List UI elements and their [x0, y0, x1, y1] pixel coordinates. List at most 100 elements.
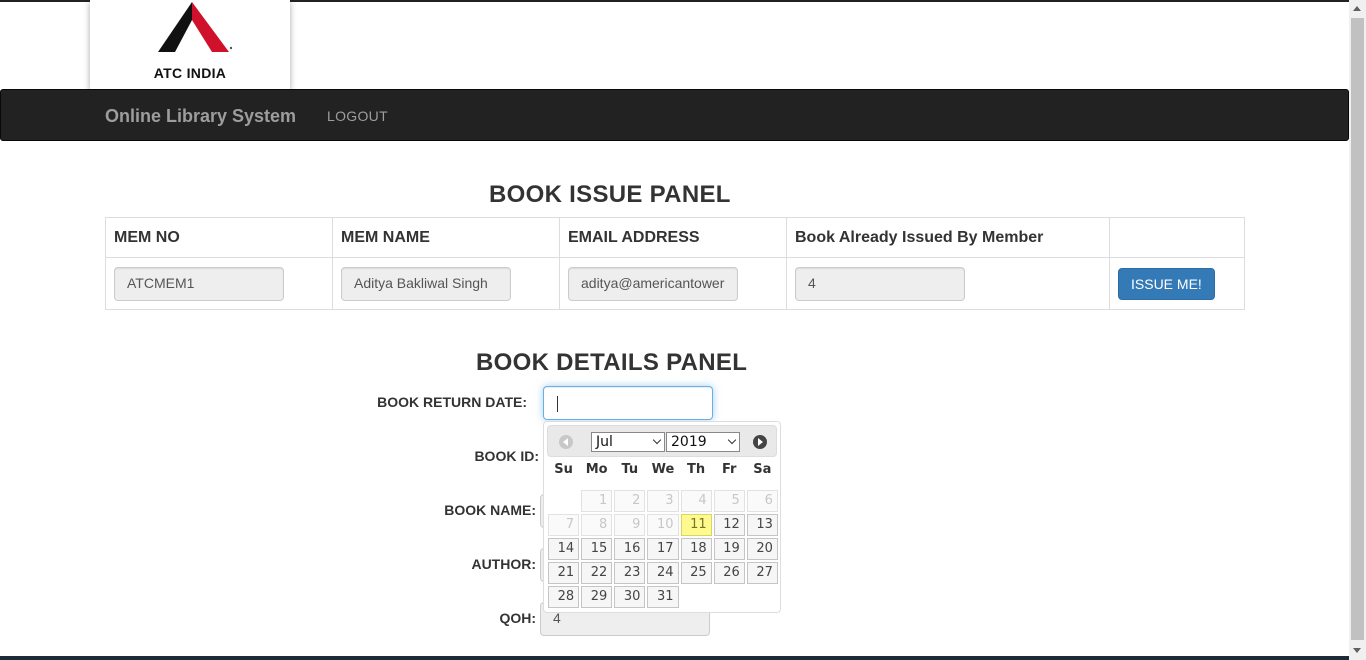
calendar-week-row: 28 29 30 31	[547, 585, 779, 609]
calendar-day[interactable]: 28	[548, 586, 580, 608]
year-select-value: 2019	[671, 434, 707, 450]
weekday-label: Su	[554, 462, 573, 477]
calendar-day[interactable]: 15	[581, 538, 613, 560]
navbar: Online Library System LOGOUT	[0, 89, 1349, 141]
cell-books-issued: 4	[786, 257, 1110, 310]
company-logo[interactable]: ATC INDIA	[90, 0, 290, 89]
calendar-day-cell[interactable]: 23	[613, 561, 646, 585]
calendar-day-cell[interactable]: 22	[580, 561, 613, 585]
calendar-day: 2	[614, 490, 646, 512]
cell-mem-no: ATCMEM1	[105, 257, 333, 310]
scroll-down-icon[interactable]	[1353, 648, 1361, 653]
calendar-day[interactable]: 21	[548, 562, 580, 584]
calendar-day[interactable]: 31	[647, 586, 679, 608]
calendar-day: 3	[647, 490, 679, 512]
calendar-day-cell[interactable]: 11	[680, 513, 713, 537]
calendar-day-cell[interactable]: 26	[713, 561, 746, 585]
calendar-day-cell: 3	[646, 489, 679, 513]
calendar-day-cell[interactable]: 17	[646, 537, 679, 561]
brand-link[interactable]: Online Library System	[105, 106, 296, 127]
calendar-day[interactable]: 25	[680, 562, 712, 584]
issue-panel-title: BOOK ISSUE PANEL	[489, 181, 731, 208]
scrollbar-thumb[interactable]	[1351, 18, 1364, 640]
cell-email: aditya@americantower	[559, 257, 787, 310]
calendar-day-cell[interactable]: 20	[746, 537, 779, 561]
logo-text: ATC INDIA	[153, 65, 227, 81]
calendar-day-cell: 9	[613, 513, 646, 537]
calendar-day[interactable]: 13	[746, 514, 778, 536]
calendar-day-cell[interactable]: 29	[580, 585, 613, 609]
calendar-day[interactable]: 20	[746, 538, 778, 560]
calendar-day-cell[interactable]: 19	[713, 537, 746, 561]
calendar-day-cell[interactable]: 31	[646, 585, 679, 609]
book-id-label: BOOK ID:	[474, 448, 539, 464]
calendar-day-cell: 5	[713, 489, 746, 513]
prev-month-icon[interactable]	[559, 435, 573, 449]
calendar-day: 5	[713, 490, 745, 512]
scroll-up-icon[interactable]	[1353, 6, 1361, 11]
chevron-down-icon	[727, 435, 737, 445]
calendar-day: 6	[746, 490, 778, 512]
calendar-day-cell: 1	[580, 489, 613, 513]
calendar-week-row: 14 15 16 17 18 19 20	[547, 537, 779, 561]
atc-logo-icon	[158, 2, 232, 52]
logout-link[interactable]: LOGOUT	[327, 108, 388, 124]
weekday-label: Fr	[721, 462, 737, 477]
calendar-day[interactable]: 19	[713, 538, 745, 560]
mem-name-field[interactable]: Aditya Bakliwal Singh	[341, 266, 511, 301]
calendar-day[interactable]: 24	[647, 562, 679, 584]
books-issued-field[interactable]: 4	[795, 266, 965, 301]
weekday-label: Tu	[621, 462, 639, 477]
next-month-icon[interactable]	[753, 435, 767, 449]
calendar-day-cell	[746, 585, 779, 609]
calendar-week-row: 21 22 23 24 25 26 27	[547, 561, 779, 585]
calendar-day-cell: 4	[680, 489, 713, 513]
calendar-day[interactable]: 16	[614, 538, 646, 560]
calendar-day[interactable]: 12	[713, 514, 745, 536]
calendar-day-cell: 6	[746, 489, 779, 513]
calendar-day: 9	[614, 514, 646, 536]
calendar-day[interactable]: 27	[746, 562, 778, 584]
calendar-day[interactable]: 11	[680, 514, 712, 536]
calendar-day-cell[interactable]: 24	[646, 561, 679, 585]
calendar-day-cell[interactable]: 12	[713, 513, 746, 537]
calendar-day-cell[interactable]: 15	[580, 537, 613, 561]
calendar-day-cell[interactable]: 28	[547, 585, 580, 609]
calendar-day[interactable]: 17	[647, 538, 679, 560]
weekday-label: Mo	[585, 462, 608, 477]
calendar-day[interactable]: 29	[581, 586, 613, 608]
calendar-day-cell[interactable]: 18	[680, 537, 713, 561]
calendar-day-cell[interactable]: 13	[746, 513, 779, 537]
year-select[interactable]: 2019	[666, 432, 740, 452]
author-label: AUTHOR:	[471, 556, 536, 572]
calendar-day-cell[interactable]: 21	[547, 561, 580, 585]
calendar-day[interactable]: 18	[680, 538, 712, 560]
calendar-day: 10	[647, 514, 679, 536]
calendar-day-cell	[547, 489, 580, 513]
calendar-day-cell[interactable]: 27	[746, 561, 779, 585]
weekday-label: Th	[687, 462, 706, 477]
calendar-day[interactable]: 22	[581, 562, 613, 584]
calendar-day[interactable]: 26	[713, 562, 745, 584]
vertical-scrollbar[interactable]	[1349, 0, 1366, 660]
mem-no-field[interactable]: ATCMEM1	[114, 266, 284, 301]
cell-mem-name: Aditya Bakliwal Singh	[332, 257, 560, 310]
calendar-day-cell	[713, 585, 746, 609]
return-date-input[interactable]	[543, 386, 713, 420]
calendar-day: 7	[548, 514, 580, 536]
calendar-day-cell[interactable]: 25	[680, 561, 713, 585]
calendar-day-cell[interactable]: 16	[613, 537, 646, 561]
issue-button[interactable]: ISSUE ME!	[1118, 267, 1215, 300]
calendar-day-cell: 10	[646, 513, 679, 537]
calendar-weeks: 1 2 3 4 5 6 7 8 9 10 11 12 13 14 15 16 17 18 19 20 21 22 23 24 2…	[547, 489, 779, 609]
calendar-day-cell[interactable]: 14	[547, 537, 580, 561]
month-select[interactable]: Jul	[591, 432, 665, 452]
calendar-day[interactable]: 14	[548, 538, 580, 560]
email-field[interactable]: aditya@americantower	[568, 266, 738, 301]
chevron-down-icon	[652, 435, 662, 445]
calendar-day[interactable]: 30	[614, 586, 646, 608]
calendar-day[interactable]: 23	[614, 562, 646, 584]
calendar-day-cell[interactable]: 30	[613, 585, 646, 609]
qoh-label: QOH:	[499, 610, 536, 626]
calendar-day: 4	[680, 490, 712, 512]
